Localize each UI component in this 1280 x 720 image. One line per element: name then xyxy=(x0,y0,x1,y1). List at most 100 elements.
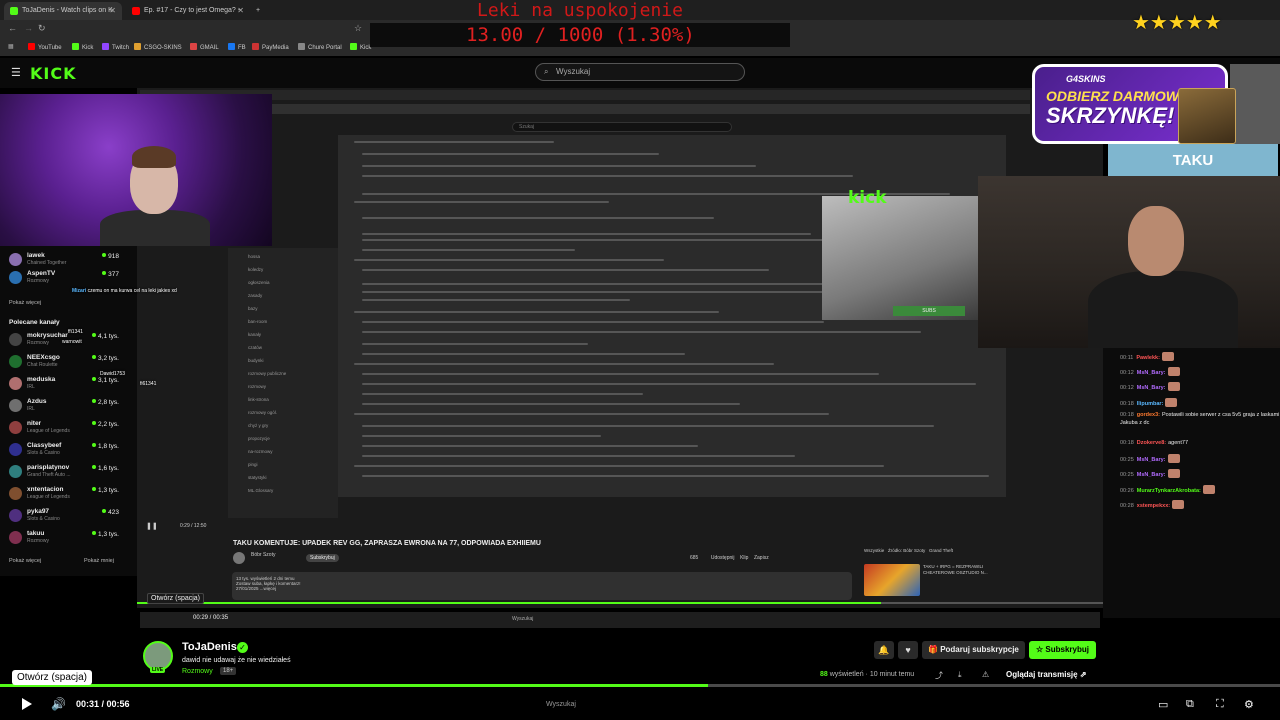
volume-icon[interactable]: 🔊 xyxy=(51,697,66,711)
sidebar-channel-8[interactable]: parisplatynov Grand Theft Auto ... 1,6 tys… xyxy=(0,462,137,479)
channel-name[interactable]: ToJaDenis xyxy=(182,641,237,653)
bookmark-kick[interactable]: Kick xyxy=(72,43,93,51)
show-more-link-2[interactable]: Pokaż więcej xyxy=(9,558,41,564)
theater-mode-icon[interactable]: ▭ xyxy=(1158,698,1168,711)
show-more-link[interactable]: Pokaż więcej xyxy=(9,300,41,306)
text-line xyxy=(354,201,609,203)
chat-username[interactable]: MsN_Bary: xyxy=(1137,472,1166,478)
live-dot-icon xyxy=(92,399,97,403)
live-dot-icon xyxy=(92,487,97,491)
inner-progress-fill xyxy=(137,602,881,604)
sidebar-channel-11[interactable]: takuu Rozmowy 1,3 tys. xyxy=(0,528,137,545)
chat-message: 00:12 MsN_Bary: xyxy=(1120,367,1280,377)
inner-sidebar-item: ban-room xyxy=(248,319,268,324)
chat-username[interactable]: gordex3: xyxy=(1137,412,1160,418)
chat-username[interactable]: MsN_Bary: xyxy=(1137,385,1166,391)
chat-message: 00:26 MurarzTynkarzAkrobata: xyxy=(1120,485,1280,495)
chat-username[interactable]: MsN_Bary: xyxy=(1137,457,1166,463)
sidebar-channel-7[interactable]: Classybeef Slots & Casino 1,8 tys. xyxy=(0,440,137,457)
new-tab-button[interactable]: + xyxy=(252,2,260,20)
channel-avatar xyxy=(9,399,22,412)
bookmark-youtube[interactable]: YouTube xyxy=(28,43,62,51)
chat-message: 00:12 MsN_Bary: xyxy=(1120,382,1280,392)
gift-sub-button[interactable]: 🎁 Podaruj subskrypcje xyxy=(922,641,1025,659)
tab-title: ToJaDenis - Watch clips on K xyxy=(22,7,113,14)
bookmark-twitch[interactable]: Twitch xyxy=(102,43,129,51)
subscribe-button[interactable]: ☆ Subskrybuj xyxy=(1029,641,1096,659)
chat-timestamp: 00:11 xyxy=(1120,355,1134,361)
tab-youtube[interactable]: Ep. #17 - Czy to jest Omega? - YouT ✕ xyxy=(126,2,250,32)
reload-icon[interactable]: ↻ xyxy=(38,23,46,34)
ad-line1: ODBIERZ DARMOWĄ xyxy=(1046,88,1190,104)
bookmark-fb[interactable]: FB xyxy=(228,43,246,51)
sidebar-channel-1[interactable]: AspenTV Rozmowy 377 xyxy=(0,268,137,285)
search-input[interactable]: ⌕ Wyszukaj xyxy=(535,63,745,81)
kick-logo[interactable]: KICK xyxy=(30,64,77,83)
sidebar-channel-0[interactable]: lawek Chained Together 918 xyxy=(0,250,137,267)
bookmark-star-icon[interactable]: ☆ xyxy=(354,23,362,34)
bell-icon[interactable]: 🔔 xyxy=(874,641,894,659)
sidebar-channel-3[interactable]: NEEXcsgo Chat Roulette 3,2 tys. xyxy=(0,352,137,369)
close-icon[interactable]: ✕ xyxy=(237,2,244,20)
menu-icon[interactable]: ☰ xyxy=(11,66,21,79)
fullscreen-icon[interactable]: ⛶ xyxy=(1216,698,1224,711)
bookmark-csgo-skins[interactable]: CSGO-SKINS xyxy=(134,43,182,51)
sidebar-channel-6[interactable]: niter League of Legends 2,2 tys. xyxy=(0,418,137,435)
inner-sidebar-item: chyż y gry xyxy=(248,423,269,428)
bookmark-chure-portal[interactable]: Chure Portal xyxy=(298,43,342,51)
channel-name: niter xyxy=(27,420,42,427)
paymedia-icon xyxy=(252,43,259,50)
settings-icon[interactable]: ⚙ xyxy=(1244,698,1254,711)
play-tooltip: Otwórz (spacja) xyxy=(12,670,93,685)
download-icon[interactable]: ⤓ xyxy=(958,670,962,680)
watch-stream-button[interactable]: Oglądaj transmisję ⇗ xyxy=(1006,670,1087,679)
inner-browser-nav xyxy=(140,104,1030,114)
apps-icon[interactable]: ▦ xyxy=(8,43,14,50)
chat-username[interactable]: llipumbar: xyxy=(1137,401,1164,407)
channel-category: Rozmowy xyxy=(27,538,49,544)
chat-message: 00:18 Dzokerve8: agent77 xyxy=(1120,439,1280,447)
close-icon[interactable]: ✕ xyxy=(109,2,116,20)
subs-label: SUBS xyxy=(893,306,965,316)
inner-sidebar-item: link-strona xyxy=(248,397,269,402)
heart-icon[interactable]: ♥ xyxy=(898,641,918,659)
play-icon[interactable] xyxy=(22,698,32,710)
text-line xyxy=(362,331,921,333)
sidebar-channel-10[interactable]: pyka97 Slots & Casino 423 xyxy=(0,506,137,523)
share-icon[interactable]: ⤴ xyxy=(935,670,943,681)
player-progress-bar[interactable] xyxy=(0,684,1280,687)
chat-username[interactable]: Dzokerve8: xyxy=(1137,440,1166,446)
inner-suggestion-title: TAKU + IRPG = REZPRAWILI CHEATEROWE OSZT… xyxy=(923,564,988,575)
emote-icon xyxy=(1161,352,1174,361)
chat-username[interactable]: MurarzTynkarzAkrobata: xyxy=(1137,488,1201,494)
inner-sidebar-item: koledzy xyxy=(248,267,264,272)
inner-taskbar: Wyszukaj xyxy=(140,612,1100,628)
chat-username[interactable]: Pawlekk: xyxy=(1136,355,1160,361)
text-line xyxy=(362,425,934,427)
inner-pause-icon: ❚❚ xyxy=(146,523,158,530)
goal-title: Leki na uspokojenie xyxy=(477,0,683,21)
report-icon[interactable]: ⚠ xyxy=(982,670,989,679)
chat-message: 00:25 MsN_Bary: xyxy=(1120,469,1280,479)
text-line xyxy=(362,249,575,251)
inner-sidebar-item: ML.Glossary xyxy=(248,488,274,493)
chat-username[interactable]: MsN_Bary: xyxy=(1137,370,1166,376)
channel-name: meduska xyxy=(27,376,56,383)
tab-kick[interactable]: ToJaDenis - Watch clips on K ✕ xyxy=(4,2,122,20)
youtube-favicon-icon xyxy=(132,7,140,15)
sidebar-channel-5[interactable]: Azdus IRL 2,8 tys. xyxy=(0,396,137,413)
back-icon[interactable]: ← xyxy=(8,23,17,33)
forward-icon[interactable]: → xyxy=(24,23,33,33)
bookmark-paymedia[interactable]: PayMedia xyxy=(252,43,289,51)
inner-time-label: 0:29 / 12:50 xyxy=(180,523,207,529)
emote-icon xyxy=(1167,382,1180,391)
stream-category[interactable]: Rozmowy xyxy=(182,668,213,675)
channel-category: Chat Roulette xyxy=(27,362,58,368)
show-less-link[interactable]: Pokaż mniej xyxy=(84,558,114,564)
bookmark-gmail[interactable]: GMAIL xyxy=(190,43,219,51)
bookmark-kick-2[interactable]: Kick xyxy=(350,43,371,51)
sidebar-channel-9[interactable]: xntentacion League of Legends 1,3 tys. xyxy=(0,484,137,501)
text-line xyxy=(362,403,740,405)
chat-username[interactable]: xstempekxx: xyxy=(1137,503,1170,509)
pip-icon[interactable]: ⧉ xyxy=(1186,698,1194,711)
